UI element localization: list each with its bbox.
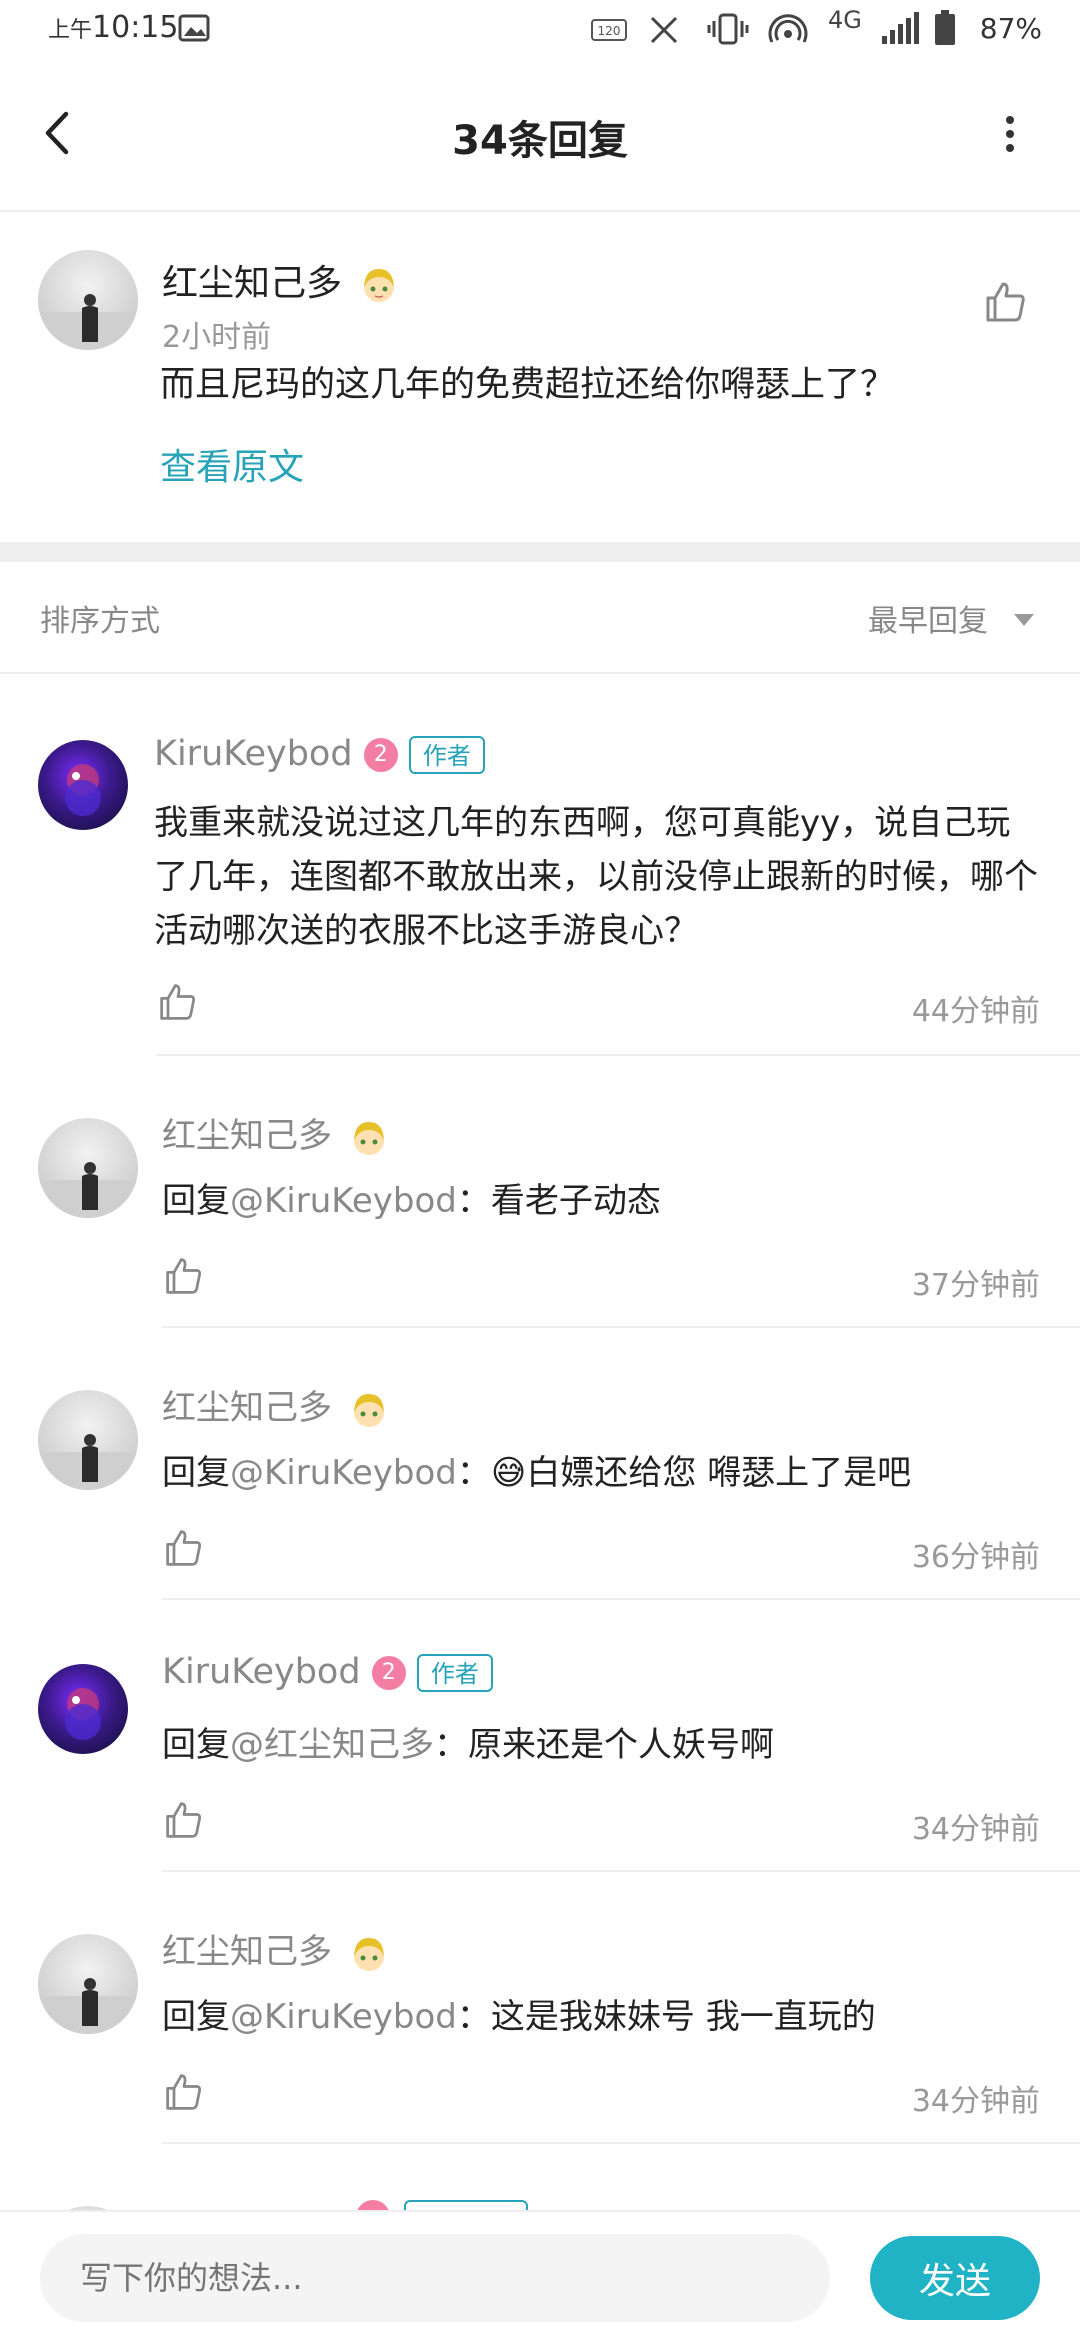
like-icon[interactable] [164, 2072, 204, 2112]
reply-text: 回复@KiruKeybod：😅白嫖还给您 嘚瑟上了是吧 [162, 1453, 912, 1493]
like-icon[interactable] [164, 1528, 204, 1568]
avatar[interactable] [38, 1664, 128, 1754]
person-silhouette-icon [38, 294, 138, 350]
image-icon [178, 14, 210, 42]
status-time: 上午10:15 [48, 10, 179, 45]
reply-item: KiruKeybod 2 作者 回复@红尘知己多：原来还是个人妖号啊 34分钟前 [0, 1600, 1080, 1872]
girl-face-icon [364, 269, 395, 302]
like-icon[interactable] [164, 1800, 204, 1840]
reply-username-row: 红尘知己多 [162, 1108, 389, 1158]
like-icon[interactable] [984, 280, 1028, 324]
reply-username-row: 红尘知己多 [162, 1380, 389, 1430]
person-silhouette-icon [38, 1978, 138, 2034]
vibrate-icon [707, 13, 749, 45]
battery-percent: 87% [979, 12, 1042, 45]
author-badge: 作者 [408, 736, 485, 774]
avatar[interactable] [38, 250, 138, 350]
reply-username-row: KiruKeybod 2 作者 [154, 734, 485, 774]
reply-time: 36分钟前 [911, 1540, 1040, 1575]
signal-icon [882, 12, 919, 44]
reply-item: 红尘知己多 回复@KiruKeybod：看老子动态 37分钟前 [0, 1056, 1080, 1328]
section-divider [0, 542, 1080, 562]
sort-bar: 排序方式 最早回复 [0, 562, 1080, 674]
username[interactable]: 红尘知己多 [162, 1932, 332, 1972]
mention-link[interactable]: @KiruKeybod [230, 1181, 457, 1221]
composer-bar: 发送 [0, 2210, 1080, 2342]
reply-item-peek [0, 2144, 1080, 2210]
page-title: 34条回复 [452, 118, 628, 164]
reply-time: 34分钟前 [911, 1812, 1040, 1847]
girl-face-icon [353, 1937, 384, 1971]
reply-text: 回复@KiruKeybod：看老子动态 [162, 1181, 661, 1221]
avatar[interactable] [38, 1934, 138, 2034]
reply-time: 37分钟前 [911, 1268, 1040, 1303]
reply-username-row: 红尘知己多 [162, 1924, 389, 1974]
character-avatar-icon [65, 1688, 101, 1740]
comment-input[interactable] [40, 2234, 830, 2322]
username[interactable]: 红尘知己多 [162, 1116, 332, 1156]
send-button[interactable]: 发送 [870, 2236, 1040, 2320]
header: 34条回复 [0, 60, 1080, 212]
avatar[interactable] [38, 740, 128, 830]
comment-time: 2小时前 [162, 320, 272, 355]
author-badge: 作者 [416, 1654, 493, 1692]
mention-link[interactable]: @红尘知己多 [230, 1725, 434, 1765]
view-original-link[interactable]: 查看原文 [160, 438, 304, 490]
reply-item: 红尘知己多 回复@KiruKeybod：这是我妹妹号 我一直玩的 34分钟前 [0, 1872, 1080, 2144]
hotspot-icon [768, 14, 808, 43]
username[interactable]: KiruKeybod [162, 1652, 361, 1692]
x-logo-icon [650, 16, 678, 44]
girl-face-icon [353, 1121, 384, 1155]
mention-link[interactable]: @KiruKeybod [230, 1997, 457, 2037]
level-badge: 2 [363, 738, 398, 772]
like-icon[interactable] [158, 982, 198, 1022]
avatar[interactable] [38, 1390, 138, 1490]
reply-username-row: KiruKeybod 2 作者 [162, 1652, 493, 1692]
battery-icon [935, 10, 955, 45]
reply-text: 我重来就没说过这几年的东西啊，您可真能yy，说自己玩了几年，连图都不敢放出来，以… [154, 803, 1038, 951]
more-icon[interactable] [1000, 112, 1020, 156]
original-comment: 红尘知己多 2小时前 而且尼玛的这几年的免费超拉还给你嘚瑟上了？ 查看原文 [0, 212, 1080, 542]
person-silhouette-icon [38, 1434, 138, 1490]
character-avatar-icon [65, 764, 101, 816]
mention-link[interactable]: @KiruKeybod [230, 1453, 457, 1493]
network-type: 4G [828, 6, 862, 34]
sort-label: 排序方式 [40, 604, 160, 639]
reply-text: 回复@KiruKeybod：这是我妹妹号 我一直玩的 [162, 1997, 876, 2037]
username[interactable]: 红尘知己多 [162, 254, 399, 306]
level-badge: 2 [371, 1656, 406, 1690]
comment-text: 而且尼玛的这几年的免费超拉还给你嘚瑟上了？ [160, 365, 896, 405]
reply-item: 红尘知己多 回复@KiruKeybod：😅白嫖还给您 嘚瑟上了是吧 36分钟前 [0, 1328, 1080, 1600]
girl-face-icon [353, 1393, 384, 1427]
level-badge-peek [356, 2200, 390, 2210]
reply-time: 44分钟前 [911, 994, 1040, 1029]
chevron-down-icon[interactable] [1012, 612, 1036, 628]
person-silhouette-icon [38, 1162, 138, 1218]
reply-time: 34分钟前 [911, 2084, 1040, 2119]
reply-item: KiruKeybod 2 作者 我重来就没说过这几年的东西啊，您可真能yy，说自… [0, 674, 1080, 1054]
hd-voice-icon: 120 [591, 19, 627, 41]
sort-dropdown[interactable]: 最早回复 [868, 596, 988, 640]
author-badge-peek [404, 2200, 528, 2210]
status-bar: 上午10:15 120 4G 87% [0, 0, 1080, 60]
username[interactable]: 红尘知己多 [162, 1388, 332, 1428]
avatar[interactable] [38, 1118, 138, 1218]
like-icon[interactable] [164, 1256, 204, 1296]
svg-text:120: 120 [598, 24, 621, 38]
reply-text: 回复@红尘知己多：原来还是个人妖号啊 [162, 1725, 774, 1765]
username[interactable]: KiruKeybod [154, 734, 353, 774]
